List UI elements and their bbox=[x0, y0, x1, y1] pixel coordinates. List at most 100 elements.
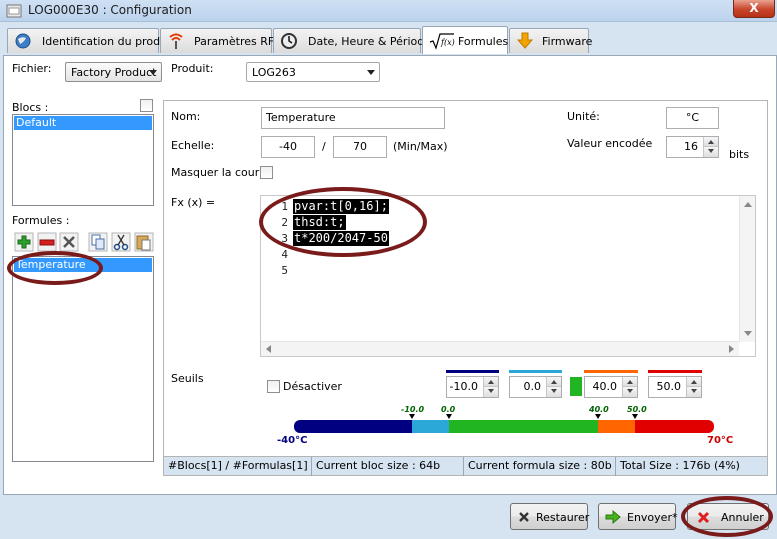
spin-down-button[interactable] bbox=[484, 387, 498, 397]
scroll-right-icon[interactable] bbox=[729, 345, 734, 353]
threshold-spinner-1[interactable]: -10.0 bbox=[446, 376, 499, 398]
status-formula-size: Current formula size : 80b bbox=[464, 457, 616, 476]
annuler-button[interactable]: Annuler bbox=[687, 503, 769, 530]
gauge-tick-label: 50.0 bbox=[627, 405, 647, 414]
close-icon: X bbox=[749, 1, 759, 15]
tab-identification[interactable]: Identification du produit bbox=[7, 28, 174, 53]
fichier-select[interactable]: Factory Product bbox=[65, 62, 162, 82]
horizontal-scrollbar[interactable] bbox=[261, 341, 739, 356]
gauge-tick-label: -10.0 bbox=[401, 405, 425, 414]
echelle-label: Echelle: bbox=[171, 139, 215, 152]
threshold-spinner-4[interactable]: 50.0 bbox=[648, 376, 702, 398]
threshold-spinner-3[interactable]: 40.0 bbox=[584, 376, 638, 398]
masquer-courbe-label: Masquer la courbe bbox=[171, 166, 274, 179]
paste-button[interactable] bbox=[134, 232, 154, 252]
echelle-max-input[interactable]: 70 bbox=[333, 136, 387, 158]
gauge-tick-label: 40.0 bbox=[589, 405, 609, 414]
tab-label: Formules bbox=[458, 35, 509, 48]
chevron-down-icon bbox=[367, 70, 375, 75]
scroll-down-icon[interactable] bbox=[744, 331, 752, 336]
vertical-scrollbar[interactable] bbox=[739, 196, 755, 342]
restaurer-label: Restaurer bbox=[536, 511, 590, 524]
chevron-down-icon bbox=[149, 70, 157, 75]
threshold-value: -10.0 bbox=[449, 380, 478, 393]
line-number-gutter: 1 2 3 4 5 bbox=[261, 196, 291, 342]
desactiver-checkbox[interactable] bbox=[267, 380, 280, 393]
list-item-temperature[interactable]: Temperature bbox=[14, 258, 152, 272]
gauge-segment bbox=[598, 420, 635, 433]
threshold-color-line bbox=[648, 370, 702, 373]
unite-label: Unité: bbox=[567, 110, 600, 123]
masquer-courbe-checkbox[interactable] bbox=[260, 166, 273, 179]
delete-icon[interactable] bbox=[59, 232, 79, 252]
threshold-color-line bbox=[509, 370, 562, 373]
spin-down-button[interactable] bbox=[687, 387, 701, 397]
sqrt-fx-icon: f(x) bbox=[429, 33, 455, 50]
envoyer-label: Envoyer* bbox=[627, 511, 678, 524]
scroll-left-icon[interactable] bbox=[266, 345, 271, 353]
produit-select[interactable]: LOG263 bbox=[246, 62, 380, 82]
tab-label: Paramètres RF bbox=[194, 35, 275, 48]
tab-label: Date, Heure & Périodes bbox=[308, 35, 437, 48]
valeur-encodee-value: 16 bbox=[684, 140, 698, 153]
scroll-up-icon[interactable] bbox=[744, 202, 752, 207]
code-editor[interactable]: 1 2 3 4 5 pvar:t[0,16]; thsd:t; t*200/20… bbox=[260, 195, 756, 357]
produit-label: Produit: bbox=[171, 62, 214, 75]
tab-parametres-rf[interactable]: Paramètres RF bbox=[160, 28, 275, 53]
title-bar: LOG000E30 : Configuration X bbox=[0, 0, 777, 22]
threshold-color-line bbox=[446, 370, 499, 373]
blocs-checkbox[interactable] bbox=[140, 99, 153, 112]
gauge-min-label: -40°C bbox=[277, 435, 308, 446]
spin-down-button[interactable] bbox=[547, 387, 561, 397]
spin-up-button[interactable] bbox=[623, 377, 637, 387]
threshold-color-swatch bbox=[570, 377, 582, 396]
tab-formules[interactable]: f(x) Formules bbox=[422, 26, 508, 54]
tab-firmware[interactable]: Firmware bbox=[509, 28, 592, 53]
spin-up-button[interactable] bbox=[484, 377, 498, 387]
blocs-label: Blocs : bbox=[12, 101, 49, 114]
spin-up-button[interactable] bbox=[547, 377, 561, 387]
antenna-icon bbox=[169, 33, 183, 49]
bits-label: bits bbox=[729, 148, 750, 161]
threshold-value: 40.0 bbox=[592, 380, 618, 393]
nom-label: Nom: bbox=[171, 110, 201, 123]
list-item-default[interactable]: Default bbox=[14, 116, 152, 130]
unite-input[interactable]: °C bbox=[666, 107, 719, 129]
restaurer-button[interactable]: Restaurer bbox=[510, 503, 590, 530]
annuler-label: Annuler bbox=[721, 511, 764, 524]
cut-button[interactable] bbox=[111, 232, 131, 252]
line-number: 5 bbox=[281, 264, 288, 277]
spin-down-button[interactable] bbox=[623, 387, 637, 397]
remove-formula-button[interactable] bbox=[37, 232, 57, 252]
code-line: t*200/2047-50 bbox=[293, 231, 389, 246]
app-icon bbox=[6, 4, 22, 18]
line-number: 3 bbox=[281, 232, 288, 245]
tab-label: Identification du produit bbox=[42, 35, 175, 48]
blocs-list[interactable]: Default bbox=[12, 114, 154, 206]
gauge-tick-label: 0.0 bbox=[441, 405, 456, 414]
download-arrow-icon bbox=[516, 32, 534, 49]
gauge-marker bbox=[632, 414, 638, 419]
add-formula-button[interactable] bbox=[14, 232, 34, 252]
copy-button[interactable] bbox=[88, 232, 108, 252]
fx-label: Fx (x) = bbox=[171, 196, 216, 209]
formules-list[interactable]: Temperature bbox=[12, 256, 154, 462]
produit-value: LOG263 bbox=[252, 66, 296, 79]
line-number: 4 bbox=[281, 248, 288, 261]
valeur-encodee-spinner[interactable]: 16 bbox=[666, 136, 719, 158]
gauge-segment bbox=[294, 420, 412, 433]
echelle-min-input[interactable]: -40 bbox=[261, 136, 315, 158]
code-line: pvar:t[0,16]; bbox=[293, 199, 389, 214]
spin-up-button[interactable] bbox=[687, 377, 701, 387]
spin-down-button[interactable] bbox=[704, 147, 718, 157]
threshold-spinner-2[interactable]: 0.0 bbox=[509, 376, 562, 398]
status-blocs: #Blocs[1] / #Formulas[1] bbox=[164, 457, 312, 476]
threshold-gauge bbox=[294, 420, 714, 433]
nom-input[interactable]: Temperature bbox=[261, 107, 445, 129]
fichier-value: Factory Product bbox=[71, 66, 157, 79]
envoyer-button[interactable]: Envoyer* bbox=[598, 503, 678, 530]
close-button[interactable]: X bbox=[733, 0, 775, 18]
spin-up-button[interactable] bbox=[704, 137, 718, 147]
tab-date-heure[interactable]: Date, Heure & Périodes bbox=[273, 28, 437, 53]
gauge-marker bbox=[595, 414, 601, 419]
